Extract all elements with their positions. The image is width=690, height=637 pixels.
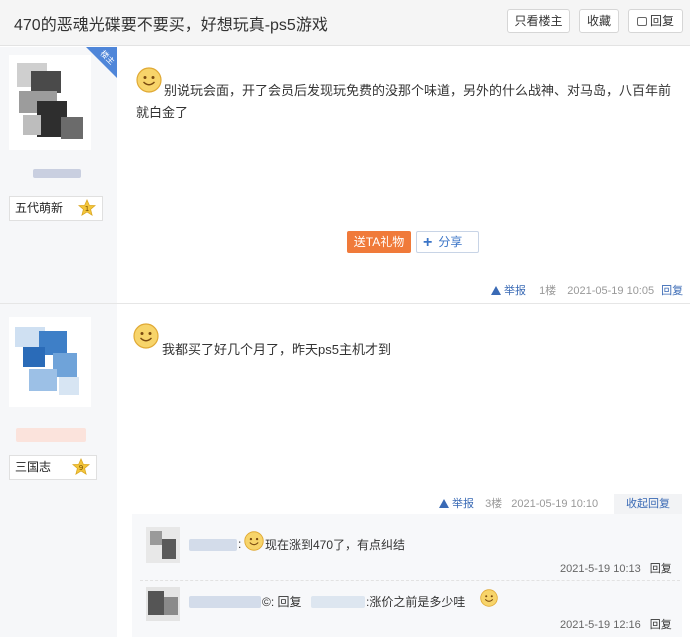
favorite-button[interactable]: 收藏: [579, 9, 619, 33]
reply2-time: 2021-5-19 12:16: [560, 619, 641, 631]
reply1-reply-link[interactable]: 回复: [650, 563, 672, 575]
reply1-time: 2021-5-19 10:13: [560, 563, 641, 575]
post1-time: 2021-05-19 10:05: [567, 285, 655, 297]
post1-username-blurred[interactable]: [33, 169, 81, 178]
post2-avatar[interactable]: [9, 317, 91, 407]
reply2-prefix: ©: 回复: [262, 595, 302, 609]
reply2-meta: 2021-5-19 12:16 回复: [560, 616, 672, 632]
collapse-replies-button[interactable]: 收起回复: [614, 494, 682, 514]
post1-level: 1: [85, 204, 90, 213]
level-star-icon: 1: [78, 199, 96, 216]
reply1-username-blurred[interactable]: [189, 539, 237, 551]
post1-user-tag[interactable]: 五代萌新 1: [9, 196, 103, 221]
post2-content: 我都买了好几个月了，昨天ps5主机才到: [162, 342, 391, 357]
post1-avatar[interactable]: [9, 55, 91, 150]
level-star-icon: 9: [72, 458, 90, 475]
share-button[interactable]: + 分享: [416, 231, 479, 253]
share-label: 分享: [438, 235, 463, 249]
post1-reply-link[interactable]: 回复: [661, 285, 683, 297]
reply2-mention-blurred[interactable]: [311, 596, 365, 608]
post1-meta: 举报 1楼 2021-05-19 10:05 回复: [491, 282, 683, 298]
reply1-prefix: :: [238, 537, 242, 551]
reply1-text: 现在涨到470了，有点纠结: [265, 538, 406, 552]
send-gift-button[interactable]: 送TA礼物: [347, 231, 411, 253]
reply-button-label: 回复: [649, 14, 674, 28]
post2-meta: 举报 3楼 2021-05-19 10:10: [439, 495, 598, 511]
post1-username: 五代萌新: [15, 201, 64, 215]
post1-floor: 1楼: [539, 285, 557, 297]
smiley-emoji-icon: [244, 531, 264, 551]
reply2-reply-link[interactable]: 回复: [650, 619, 672, 631]
report-label: 举报: [504, 285, 526, 297]
reply2-avatar[interactable]: [146, 587, 180, 621]
post2-user-tag[interactable]: 三国志 9: [9, 455, 97, 480]
warning-icon: [439, 499, 449, 508]
thread-title: 470的恶魂光碟要不要买，好想玩真-ps5游戏: [14, 17, 328, 34]
post2-level: 9: [79, 463, 84, 472]
reply1-meta: 2021-5-19 10:13 回复: [560, 560, 672, 576]
reply-divider: [140, 580, 680, 581]
post1-content: 别说玩会面，开了会员后发现玩免费的没那个味道，另外的什么战神、对马岛，八百年前就…: [136, 83, 672, 120]
reply-button[interactable]: 回复: [628, 9, 683, 33]
post2-username: 三国志: [15, 460, 52, 474]
smiley-emoji-icon: [480, 589, 498, 607]
only-op-button[interactable]: 只看楼主: [507, 9, 570, 33]
post2-time: 2021-05-19 10:10: [511, 498, 599, 510]
report-label: 举报: [452, 498, 474, 510]
op-badge: 楼主: [86, 47, 117, 78]
reply1-avatar[interactable]: [146, 527, 180, 563]
reply2-text: :涨价之前是多少哇: [366, 595, 466, 609]
plus-icon: +: [423, 234, 433, 251]
smiley-emoji-icon: [133, 323, 159, 349]
post2-floor: 3楼: [485, 498, 503, 510]
comment-icon: [636, 17, 647, 26]
reply2-username-blurred[interactable]: [189, 596, 261, 608]
post1-report-link[interactable]: 举报: [491, 285, 526, 297]
post2-report-link[interactable]: 举报: [439, 498, 474, 510]
warning-icon: [491, 286, 501, 295]
post2-username-blurred[interactable]: [16, 428, 86, 442]
